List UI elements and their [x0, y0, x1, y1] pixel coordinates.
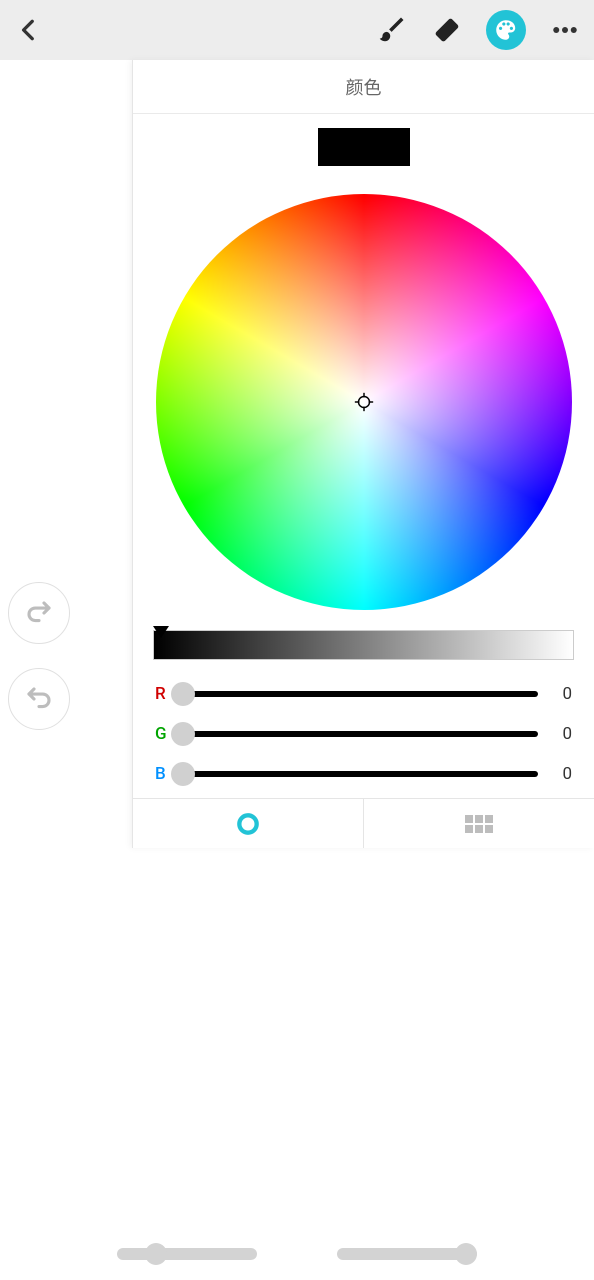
undo-button[interactable]	[8, 668, 70, 730]
current-color-row	[133, 114, 594, 172]
rgb-slider-g[interactable]	[183, 731, 538, 737]
rgb-thumb-r[interactable]	[171, 682, 195, 706]
brush-opacity-slider[interactable]	[337, 1248, 477, 1260]
wheel-tab-icon	[235, 811, 261, 837]
eraser-tool[interactable]	[430, 13, 464, 47]
rgb-label-r: R	[155, 684, 171, 704]
tab-color-grid[interactable]	[364, 799, 594, 848]
brush-tool[interactable]	[374, 13, 408, 47]
grid-tab-icon	[465, 815, 493, 833]
more-button[interactable]	[548, 13, 582, 47]
undo-icon	[24, 684, 54, 714]
rgb-value-g: 0	[550, 724, 572, 744]
rgb-row-r: R 0	[133, 674, 594, 714]
color-wheel-crosshair	[353, 391, 375, 413]
brush-opacity-thumb[interactable]	[455, 1243, 477, 1265]
redo-icon	[24, 598, 54, 628]
top-toolbar	[0, 0, 594, 60]
rgb-slider-b[interactable]	[183, 771, 538, 777]
tab-color-wheel[interactable]	[133, 799, 364, 848]
rgb-thumb-b[interactable]	[171, 762, 195, 786]
brightness-slider-row	[133, 630, 594, 674]
rgb-value-b: 0	[550, 764, 572, 784]
color-panel-tabs	[133, 798, 594, 848]
back-icon	[16, 17, 42, 43]
color-wheel-wrap	[133, 172, 594, 630]
rgb-thumb-g[interactable]	[171, 722, 195, 746]
eraser-icon	[432, 15, 462, 45]
rgb-row-b: B 0	[133, 754, 594, 794]
current-color-swatch[interactable]	[318, 128, 410, 166]
color-panel-title: 颜色	[133, 60, 594, 114]
brightness-pointer[interactable]	[153, 626, 169, 638]
toolbar-tools	[374, 10, 582, 50]
rgb-label-g: G	[155, 724, 171, 744]
rgb-slider-r[interactable]	[183, 691, 538, 697]
bottom-sliders	[0, 1248, 594, 1260]
brush-size-slider[interactable]	[117, 1248, 257, 1260]
rgb-label-b: B	[155, 764, 171, 784]
brightness-slider[interactable]	[153, 630, 574, 660]
canvas-stage: 颜色 R 0 G 0 B 0	[0, 60, 594, 1280]
back-button[interactable]	[12, 13, 46, 47]
palette-tool[interactable]	[486, 10, 526, 50]
redo-button[interactable]	[8, 582, 70, 644]
brush-size-thumb[interactable]	[145, 1243, 167, 1265]
rgb-row-g: G 0	[133, 714, 594, 754]
palette-icon	[493, 17, 519, 43]
color-panel: 颜色 R 0 G 0 B 0	[132, 60, 594, 848]
color-wheel[interactable]	[156, 194, 572, 610]
more-icon	[550, 15, 580, 45]
rgb-value-r: 0	[550, 684, 572, 704]
brush-icon	[376, 15, 406, 45]
